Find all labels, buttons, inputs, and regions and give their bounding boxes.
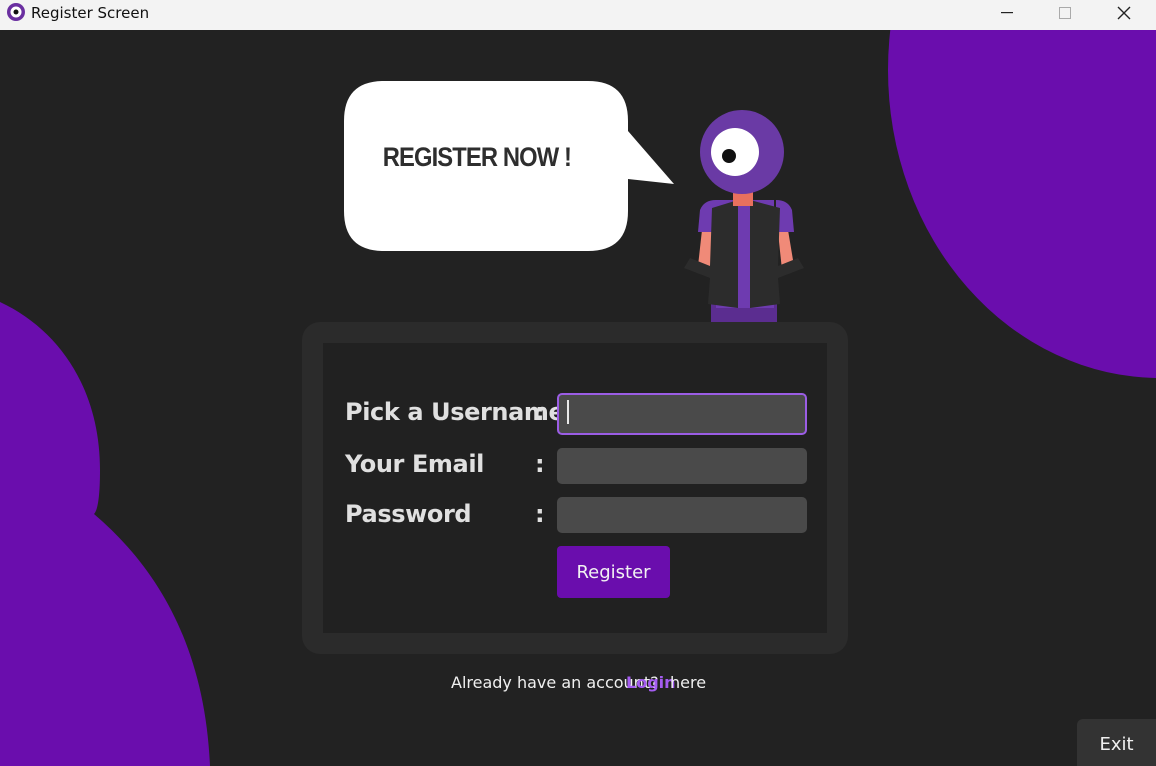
- title-bar: Register Screen: [0, 0, 1156, 31]
- close-button[interactable]: [1100, 0, 1148, 26]
- register-button[interactable]: Register: [557, 546, 670, 598]
- register-window-body: REGISTER NOW ! Pick a Username : Your Em…: [0, 30, 1156, 766]
- password-colon: :: [535, 500, 545, 528]
- username-colon: :: [535, 398, 545, 426]
- maximize-button[interactable]: [1041, 0, 1089, 26]
- top-right-blob: [888, 30, 1156, 378]
- password-input[interactable]: [557, 497, 807, 533]
- login-link[interactable]: Login: [626, 673, 676, 692]
- minimize-button[interactable]: [983, 0, 1031, 26]
- window-title: Register Screen: [31, 4, 150, 22]
- close-icon: [1117, 6, 1131, 20]
- maximize-icon: [1059, 7, 1071, 19]
- password-label: Password: [345, 500, 472, 528]
- email-input[interactable]: [557, 448, 807, 484]
- login-prompt-suffix: here: [670, 673, 707, 692]
- email-label: Your Email: [345, 450, 484, 478]
- text-caret: [567, 400, 569, 424]
- minimize-icon: [1001, 12, 1013, 14]
- bottom-left-blob: [0, 302, 210, 766]
- speech-bubble-text: REGISTER NOW !: [382, 142, 572, 172]
- app-icon: [7, 3, 25, 21]
- mascot-illustration: [684, 110, 804, 323]
- username-input[interactable]: [557, 393, 807, 435]
- email-colon: :: [535, 450, 545, 478]
- exit-button[interactable]: Exit: [1077, 719, 1156, 766]
- username-label: Pick a Username: [345, 398, 565, 426]
